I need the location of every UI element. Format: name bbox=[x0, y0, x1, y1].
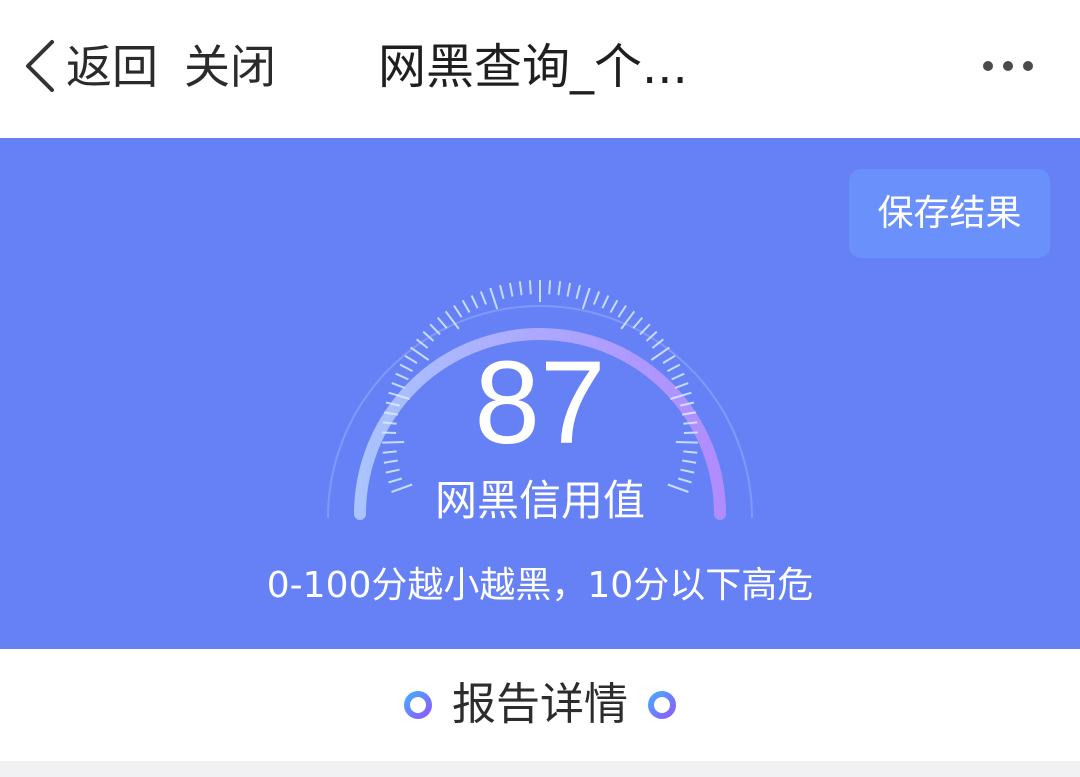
chevron-left-icon[interactable] bbox=[22, 38, 58, 94]
score-value: 87 bbox=[474, 337, 606, 469]
score-label: 网黑信用值 bbox=[434, 476, 645, 525]
gauge-tick bbox=[489, 287, 499, 310]
gauge-tick bbox=[575, 284, 581, 299]
gauge-tick bbox=[632, 316, 644, 329]
gauge-tick bbox=[508, 282, 514, 297]
close-button[interactable]: 关闭 bbox=[184, 38, 276, 96]
gauge-tick bbox=[592, 291, 601, 305]
score-hint: 0-100分越小越黑，10分以下高危 bbox=[266, 565, 814, 606]
back-button[interactable]: 返回 bbox=[66, 38, 158, 96]
gauge-tick bbox=[528, 280, 532, 295]
ring-dot-icon bbox=[648, 691, 676, 719]
gauge-tick bbox=[566, 282, 572, 297]
gauge-tick bbox=[461, 299, 471, 313]
gauge-tick bbox=[581, 287, 591, 310]
gauge-tick bbox=[609, 299, 619, 313]
gauge-tick bbox=[436, 316, 448, 329]
page-title: 网黑查询_个... bbox=[378, 39, 688, 95]
report-title: 报告详情 bbox=[452, 679, 628, 730]
more-horizontal-icon[interactable] bbox=[978, 52, 1038, 80]
save-result-button[interactable]: 保存结果 bbox=[849, 169, 1050, 258]
gauge-tick bbox=[470, 295, 479, 309]
gauge-tick bbox=[617, 304, 627, 318]
gauge-tick bbox=[453, 304, 463, 318]
bottom-divider bbox=[0, 761, 1080, 777]
report-details-header: 报告详情 bbox=[0, 649, 1080, 761]
top-nav-bar: 返回 关闭 网黑查询_个... bbox=[0, 0, 1080, 138]
gauge-tick bbox=[548, 280, 552, 295]
gauge-tick bbox=[499, 284, 505, 299]
gauge-tick bbox=[601, 295, 610, 309]
score-panel: 保存结果 87 网黑信用值 0-100分越小越黑，10分以下高危 bbox=[0, 138, 1080, 649]
gauge-tick bbox=[557, 281, 562, 296]
gauge-tick bbox=[518, 281, 523, 296]
gauge-tick bbox=[479, 291, 488, 305]
ring-dot-icon bbox=[404, 691, 432, 719]
